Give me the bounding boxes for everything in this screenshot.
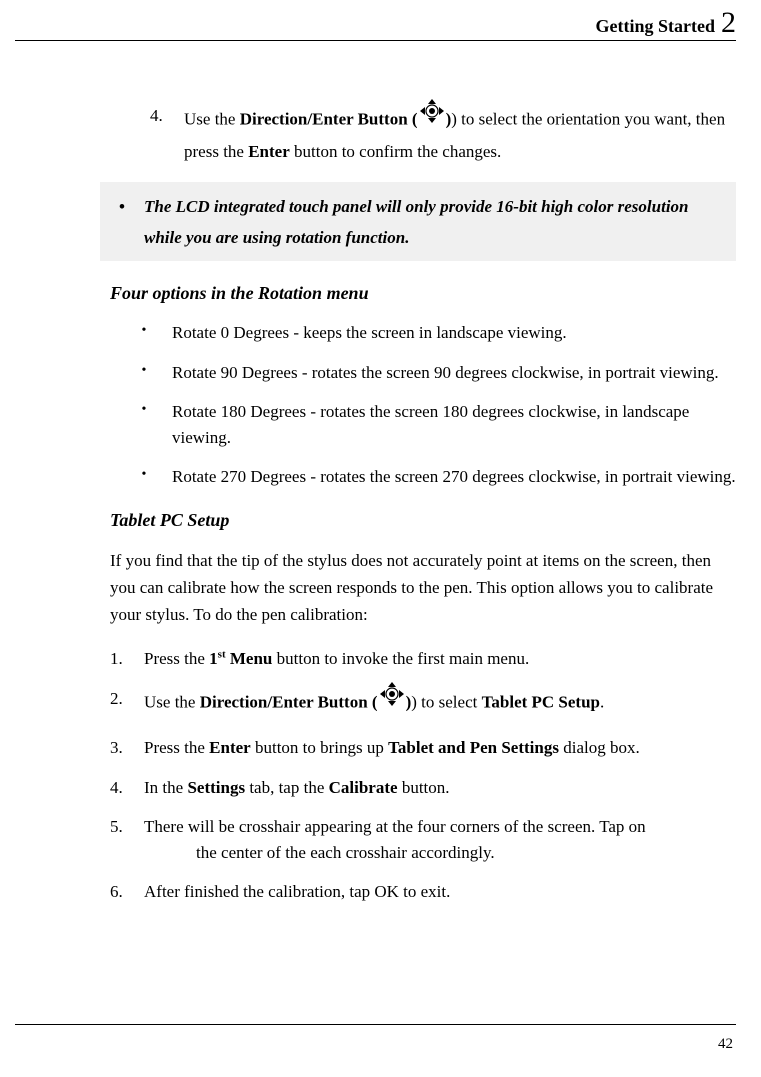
page-content: 4. Use the Direction/Enter Button ()) to… [110,41,736,905]
text-fragment: ) to select [411,692,481,711]
bold-fragment: Tablet PC Setup [482,692,600,711]
list-item: 1. Press the 1st Menu button to invoke t… [110,646,736,672]
list-text: Use the Direction/Enter Button ()) to se… [144,686,736,722]
list-item: 6. After finished the calibration, tap O… [110,879,736,905]
bullet-item: • Rotate 0 Degrees - keeps the screen in… [110,320,736,346]
bold-fragment: Tablet and Pen Settings [388,738,559,757]
bullet-mark: • [110,360,172,386]
bullet-mark: • [110,320,172,346]
list-item: 3. Press the Enter button to brings up T… [110,735,736,761]
page-header: Getting Started 2 [15,0,736,41]
text-fragment: button to confirm the changes. [290,142,502,161]
step-text: Use the Direction/Enter Button ()) to se… [184,103,736,164]
bold-fragment: Direction/Enter Button ( [240,110,418,129]
list-number: 6. [110,879,144,905]
bullet-item: • Rotate 270 Degrees - rotates the scree… [110,464,736,490]
bullet-text: Rotate 0 Degrees - keeps the screen in l… [172,320,736,346]
bold-fragment: Direction/Enter Button ( [200,692,378,711]
note-text: The LCD integrated touch panel will only… [144,192,736,253]
step-4: 4. Use the Direction/Enter Button ()) to… [110,103,736,164]
bullet-text: Rotate 270 Degrees - rotates the screen … [172,464,736,490]
header-title: Getting Started [596,16,715,37]
bullet-text: Rotate 90 Degrees - rotates the screen 9… [172,360,736,386]
section-heading-tablet-setup: Tablet PC Setup [110,510,736,531]
bullet-item: • Rotate 180 Degrees - rotates the scree… [110,399,736,450]
text-fragment: button. [398,778,450,797]
list-text: After finished the calibration, tap OK t… [144,879,736,905]
direction-enter-icon [418,97,446,133]
list-item: 5. There will be crosshair appearing at … [110,814,736,865]
list-number: 3. [110,735,144,761]
text-fragment: dialog box. [559,738,640,757]
bullet-text: Rotate 180 Degrees - rotates the screen … [172,399,736,450]
note-box: • The LCD integrated touch panel will on… [100,182,736,261]
text-fragment: In the [144,778,187,797]
bold-fragment: Settings [187,778,245,797]
header-chapter-number: 2 [721,8,736,38]
list-text: There will be crosshair appearing at the… [144,814,736,865]
direction-enter-icon [378,680,406,716]
text-fragment: tab, tap the [245,778,329,797]
list-number: 2. [110,686,144,722]
list-text: Press the 1st Menu button to invoke the … [144,646,736,672]
text-fragment: the center of the each crosshair accordi… [144,840,736,866]
text-fragment: Use the [144,692,200,711]
footer-rule [15,1024,736,1025]
list-number: 5. [110,814,144,865]
bold-fragment: Enter [209,738,251,757]
bold-fragment: Calibrate [329,778,398,797]
list-item: 2. Use the Direction/Enter Button ()) to… [110,686,736,722]
text-fragment: button to brings up [251,738,388,757]
list-item: 4. In the Settings tab, tap the Calibrat… [110,775,736,801]
section-heading-rotation: Four options in the Rotation menu [110,283,736,304]
list-number: 4. [110,775,144,801]
note-bullet: • [100,192,144,253]
text-fragment: Use the [184,110,240,129]
step-number: 4. [110,103,184,164]
text-fragment: There will be crosshair appearing at the… [144,817,646,836]
ordered-list: 1. Press the 1st Menu button to invoke t… [110,646,736,905]
bold-fragment: 1st Menu [209,649,272,668]
text-fragment: button to invoke the first main menu. [272,649,529,668]
body-paragraph: If you find that the tip of the stylus d… [110,547,736,629]
bullet-mark: • [110,464,172,490]
list-text: Press the Enter button to brings up Tabl… [144,735,736,761]
text-fragment: . [600,692,604,711]
bullet-mark: • [110,399,172,450]
list-text: In the Settings tab, tap the Calibrate b… [144,775,736,801]
page-number: 42 [718,1036,733,1053]
text-fragment: Press the [144,738,209,757]
text-fragment: Press the [144,649,209,668]
bold-fragment: Enter [248,142,290,161]
bullet-item: • Rotate 90 Degrees - rotates the screen… [110,360,736,386]
list-number: 1. [110,646,144,672]
